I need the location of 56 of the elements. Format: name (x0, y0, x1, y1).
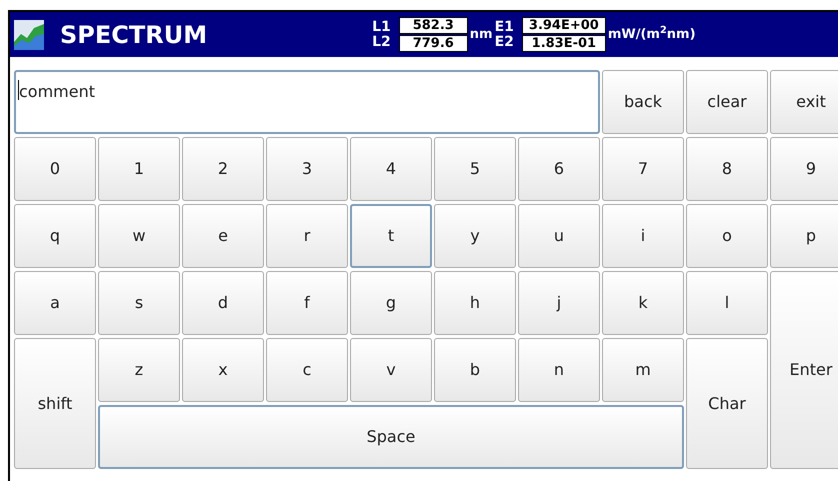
keyboard-key[interactable]: p (770, 204, 838, 268)
keyboard-key[interactable]: clear (686, 70, 768, 134)
keyboard-key[interactable]: 0 (14, 137, 96, 201)
keyboard-key[interactable]: n (518, 338, 600, 402)
keyboard-key[interactable]: e (182, 204, 264, 268)
readout-label: E1 (494, 20, 514, 34)
readout-value: 1.83E-01 (522, 35, 606, 52)
keyboard-key[interactable]: w (98, 204, 180, 268)
keyboard-key[interactable]: j (518, 271, 600, 335)
comment-field[interactable]: comment (14, 70, 600, 134)
keyboard-key[interactable]: 2 (182, 137, 264, 201)
keyboard-key[interactable]: t (350, 204, 432, 268)
space-key[interactable]: Space (98, 405, 684, 469)
readout-value: 3.94E+00 (522, 17, 606, 34)
unit-label: nm (470, 26, 493, 44)
keyboard-key[interactable]: 8 (686, 137, 768, 201)
enter-key[interactable]: Enter (770, 271, 838, 469)
keyboard-key[interactable]: u (518, 204, 600, 268)
keyboard-key[interactable]: 3 (266, 137, 348, 201)
keyboard-key[interactable]: 4 (350, 137, 432, 201)
keyboard-key[interactable]: a (14, 271, 96, 335)
keyboard-key[interactable]: s (98, 271, 180, 335)
window-title: SPECTRUM (60, 20, 208, 50)
keyboard-key[interactable]: r (266, 204, 348, 268)
keyboard-key[interactable]: o (686, 204, 768, 268)
chart-icon (14, 20, 44, 50)
readout-value: 779.6 (398, 35, 468, 52)
readout-label: E2 (494, 34, 514, 50)
keyboard-key[interactable]: back (602, 70, 684, 134)
keyboard-key[interactable]: i (602, 204, 684, 268)
keyboard-key[interactable]: 7 (602, 137, 684, 201)
keyboard-key[interactable]: b (434, 338, 516, 402)
readout-value: 582.3 (398, 17, 468, 34)
keyboard-key[interactable]: f (266, 271, 348, 335)
keyboard-key[interactable]: y (434, 204, 516, 268)
keyboard-key[interactable]: shift (14, 338, 96, 469)
readout-label: L2 (372, 34, 391, 50)
unit-label: mW/(m$^{2}$nm) (608, 24, 696, 44)
keyboard-key[interactable]: l (686, 271, 768, 335)
keyboard-key[interactable]: m (602, 338, 684, 402)
keyboard-key[interactable]: x (182, 338, 264, 402)
keyboard-key[interactable]: c (266, 338, 348, 402)
keyboard-key[interactable]: k (602, 271, 684, 335)
keyboard-key[interactable]: z (98, 338, 180, 402)
keyboard-key[interactable]: 9 (770, 137, 838, 201)
keyboard-key[interactable]: 5 (434, 137, 516, 201)
keyboard-key[interactable]: 1 (98, 137, 180, 201)
keyboard-key[interactable]: exit (770, 70, 838, 134)
readout-label: L1 (372, 20, 391, 34)
keyboard-key[interactable]: Char (686, 338, 768, 469)
keyboard-key[interactable]: h (434, 271, 516, 335)
keyboard-key[interactable]: g (350, 271, 432, 335)
keyboard-key[interactable]: q (14, 204, 96, 268)
keyboard-key[interactable]: 6 (518, 137, 600, 201)
keyboard-key[interactable]: d (182, 271, 264, 335)
keyboard-key[interactable]: v (350, 338, 432, 402)
